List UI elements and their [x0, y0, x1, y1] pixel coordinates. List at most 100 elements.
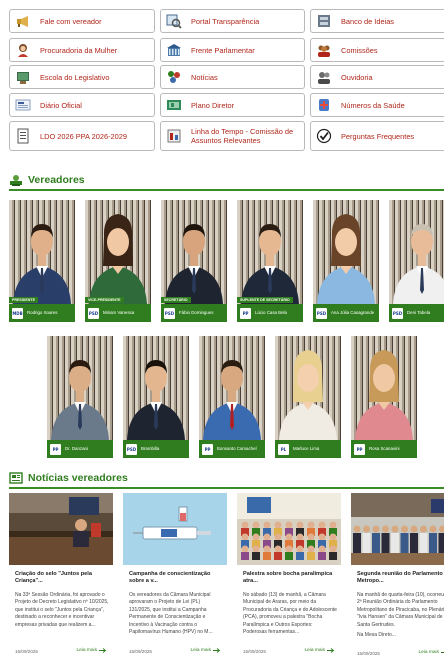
news-divider	[9, 487, 444, 489]
party-logo: PSD	[126, 443, 137, 455]
quick-link-label: Escola do Legislativo	[40, 72, 110, 82]
news-date: 15/09/2025	[15, 649, 38, 654]
read-more-link[interactable]: Leia mais	[190, 648, 221, 653]
quick-link-linha-do-tempo-comissao-de-assuntos-relevantes[interactable]: Linha do Tempo - Comissão de Assuntos Re…	[160, 121, 305, 151]
councillor-photo	[85, 200, 151, 304]
party-logo: MDB	[12, 307, 23, 319]
councillor-name: Bonsanto Camachel	[217, 446, 257, 452]
ideas-archive-icon	[318, 15, 330, 27]
quick-link-ldo-2026-ppa-2026-2029[interactable]: LDO 2026 PPA 2026-2029	[9, 121, 155, 151]
quick-link-label: Linha do Tempo - Comissão de Assuntos Re…	[191, 127, 294, 145]
quick-link-fale-com-vereador[interactable]: Fale com vereador	[9, 9, 155, 33]
news-card[interactable]: Campanha de conscientização sobre a v...…	[123, 493, 227, 665]
gazette-icon	[15, 99, 31, 111]
news-excerpt: Os vereadores da Câmara Municipal aprova…	[129, 592, 223, 636]
councillor-card[interactable]: PP Dr. Danzani	[47, 336, 113, 458]
quick-link-label: Portal Transparência	[191, 16, 260, 26]
plan-icon	[167, 100, 181, 110]
quick-link-label: Procuradoria da Mulher	[40, 45, 118, 55]
school-icon	[17, 72, 29, 84]
councillor-name: Deni Tabela	[407, 310, 431, 316]
quick-link-escola-do-legislativo[interactable]: Escola do Legislativo	[9, 65, 155, 89]
councillor-card[interactable]: PSD Brambilla	[123, 336, 189, 458]
councillor-name-bar: PP Dr. Danzani	[47, 440, 113, 458]
councillor-name-bar: PL Marluce Lima	[275, 440, 341, 458]
news-title[interactable]: Criação do selo "Juntos pela Criança"...	[15, 571, 111, 585]
councillor-photo	[123, 336, 189, 440]
read-more-link[interactable]: Leia mais	[418, 650, 444, 655]
quick-link-plano-diretor[interactable]: Plano Diretor	[160, 93, 305, 117]
news-excerpt-text-2: Na Mesa Direto...	[357, 632, 396, 639]
quick-link-frente-parlamentar[interactable]: Frente Parlamentar	[160, 38, 305, 62]
councillor-name-bar: PP Rosa Scanavini	[351, 440, 417, 458]
news-card[interactable]: Segunda reunião do Parlamento Metropo...…	[351, 493, 444, 665]
quick-link-ouvidoria[interactable]: Ouvidoria	[310, 65, 444, 89]
councillor-name: Marluce Lima	[293, 446, 320, 452]
document-icon	[17, 128, 29, 144]
news-date: 15/09/2025	[243, 649, 266, 654]
councillor-photo	[199, 336, 265, 440]
councillor-name: Lúcio Casa Bela	[255, 310, 287, 316]
councillor-name-bar: PP Bonsanto Camachel	[199, 440, 265, 458]
news-image	[123, 493, 227, 565]
news-image	[9, 493, 113, 565]
councillor-card[interactable]: PSD Ana Júlia Casagrande	[313, 200, 379, 322]
councillor-role-badge: VICE-PRESIDENTE	[85, 297, 124, 303]
quick-link-label: Plano Diretor	[191, 100, 235, 110]
councillor-section-icon	[10, 175, 22, 186]
quick-link-banco-de-ideias[interactable]: Banco de Ideias	[310, 9, 444, 33]
quick-link-label: Banco de Ideias	[341, 16, 395, 26]
news-excerpt-text: Na manhã de quarta-feira (10), ocorreu a…	[357, 592, 444, 628]
group-icon	[318, 45, 330, 57]
councillor-card[interactable]: SUPLENTE DE SECRETÁRIO PP Lúcio Casa Bela	[237, 200, 303, 322]
woman-icon	[18, 44, 28, 57]
news-title[interactable]: Campanha de conscientização sobre a v...	[129, 571, 225, 585]
quick-link-label: Notícias	[191, 72, 218, 82]
news-excerpt-text: Os vereadores da Câmara Municipal aprova…	[129, 592, 213, 636]
news-title[interactable]: Palestra sobre bocha paralímpica atra...	[243, 571, 339, 585]
councillor-card[interactable]: SECRETÁRIO PSD Fábio Domingues	[161, 200, 227, 322]
councillor-name-bar: PSD Ana Júlia Casagrande	[313, 304, 379, 322]
councillor-card[interactable]: PRESIDENTE MDB Rodrigo Soares	[9, 200, 75, 322]
councillor-card[interactable]: PP Rosa Scanavini	[351, 336, 417, 458]
quick-link-perguntas-frequentes[interactable]: Perguntas Frequentes	[310, 121, 444, 151]
councillor-card[interactable]: VICE-PRESIDENTE PSD Miriam Vanessa	[85, 200, 151, 322]
quick-link-procuradoria-da-mulher[interactable]: Procuradoria da Mulher	[9, 38, 155, 62]
councillor-name: Brambilla	[141, 446, 160, 452]
quick-link-numeros-da-saude[interactable]: Números da Saúde	[310, 93, 444, 117]
councillor-role-badge: PRESIDENTE	[9, 297, 38, 303]
councillors-title: Vereadores	[28, 174, 85, 186]
read-more-link[interactable]: Leia mais	[76, 648, 107, 653]
party-logo: PL	[278, 443, 289, 455]
quick-link-label: LDO 2026 PPA 2026-2029	[40, 131, 127, 141]
news-image	[351, 493, 444, 565]
news-icon	[168, 71, 180, 83]
councillor-role-badge: SECRETÁRIO	[161, 297, 191, 303]
councillor-name: Ana Júlia Casagrande	[331, 310, 375, 316]
councillor-name: Miriam Vanessa	[103, 310, 135, 316]
arrow-right-icon	[213, 648, 221, 653]
quick-link-label: Fale com vereador	[40, 16, 102, 26]
councillor-name-bar: PSD Brambilla	[123, 440, 189, 458]
read-more-label: Leia mais	[76, 648, 97, 653]
news-section-header: Notícias vereadores	[9, 470, 128, 486]
quick-link-noticias[interactable]: Notícias	[160, 65, 305, 89]
party-logo: PSD	[88, 307, 99, 319]
news-title[interactable]: Segunda reunião do Parlamento Metropo...	[357, 571, 444, 585]
councillor-photo	[161, 200, 227, 304]
news-date: 15/09/2025	[357, 651, 380, 656]
councillor-card[interactable]: PP Bonsanto Camachel	[199, 336, 265, 458]
councillor-name-bar: PSD Miriam Vanessa	[85, 304, 151, 322]
councillor-name: Dr. Danzani	[65, 446, 88, 452]
party-logo: PSD	[164, 307, 175, 319]
read-more-link[interactable]: Leia mais	[304, 648, 335, 653]
quick-link-comissoes[interactable]: Comissões	[310, 38, 444, 62]
quick-link-portal-transparencia[interactable]: Portal Transparência	[160, 9, 305, 33]
councillor-card[interactable]: PSD Deni Tabela	[389, 200, 444, 322]
news-card[interactable]: Criação do selo "Juntos pela Criança"...…	[9, 493, 113, 665]
quick-link-diario-oficial[interactable]: Diário Oficial	[9, 93, 155, 117]
news-card[interactable]: Palestra sobre bocha paralímpica atra...…	[237, 493, 341, 665]
councillor-card[interactable]: PL Marluce Lima	[275, 336, 341, 458]
magnifier-chart-icon	[166, 14, 182, 29]
arrow-right-icon	[99, 648, 107, 653]
